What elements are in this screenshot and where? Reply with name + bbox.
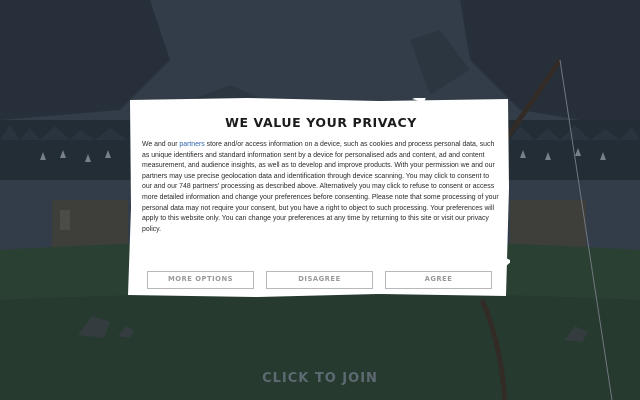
more-options-button[interactable]: MORE OPTIONS	[147, 271, 254, 289]
dialog-buttons: MORE OPTIONS DISAGREE AGREE	[147, 271, 493, 290]
click-to-join-button[interactable]: CLICK TO JOIN	[0, 371, 640, 387]
game-scene[interactable]: WE VALUE YOUR PRIVACY We and our partner…	[0, 0, 640, 400]
disagree-button[interactable]: DISAGREE	[266, 271, 373, 289]
consent-text: We and our partners store and/or access …	[142, 140, 500, 235]
partners-link[interactable]: partners	[179, 141, 204, 148]
dialog-content: WE VALUE YOUR PRIVACY We and our partner…	[142, 116, 500, 235]
consent-text-rest: store and/or access information on a dev…	[142, 141, 499, 233]
consent-text-start: We and our	[142, 141, 180, 148]
privacy-consent-dialog: WE VALUE YOUR PRIVACY We and our partner…	[128, 98, 510, 298]
agree-button[interactable]: AGREE	[385, 271, 492, 289]
dialog-title: WE VALUE YOUR PRIVACY	[225, 115, 417, 130]
